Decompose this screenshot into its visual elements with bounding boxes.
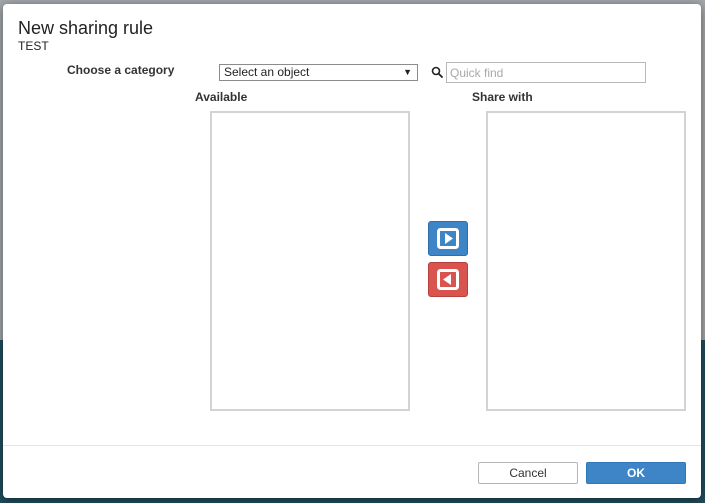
arrow-left-icon [437, 269, 459, 290]
share-with-label: Share with [472, 90, 533, 104]
search-icon [431, 66, 443, 78]
sharing-rule-dialog: New sharing rule TEST Choose a category … [3, 4, 701, 498]
available-label: Available [195, 90, 248, 104]
dialog-title: New sharing rule [18, 18, 154, 38]
quick-find-input[interactable] [446, 62, 646, 83]
move-right-button[interactable] [428, 221, 468, 256]
object-select-value: Select an object [224, 65, 310, 79]
ok-button[interactable]: OK [586, 462, 686, 484]
arrow-right-icon [437, 228, 459, 249]
caret-down-icon: ▼ [403, 67, 412, 77]
available-listbox[interactable] [210, 111, 410, 411]
dialog-subtitle: TEST [18, 39, 49, 53]
category-label: Choose a category [67, 63, 175, 77]
share-with-listbox[interactable] [486, 111, 686, 411]
move-left-button[interactable] [428, 262, 468, 297]
object-select[interactable]: Select an object ▼ [219, 64, 418, 81]
footer-divider [3, 445, 701, 446]
cancel-button[interactable]: Cancel [478, 462, 578, 484]
